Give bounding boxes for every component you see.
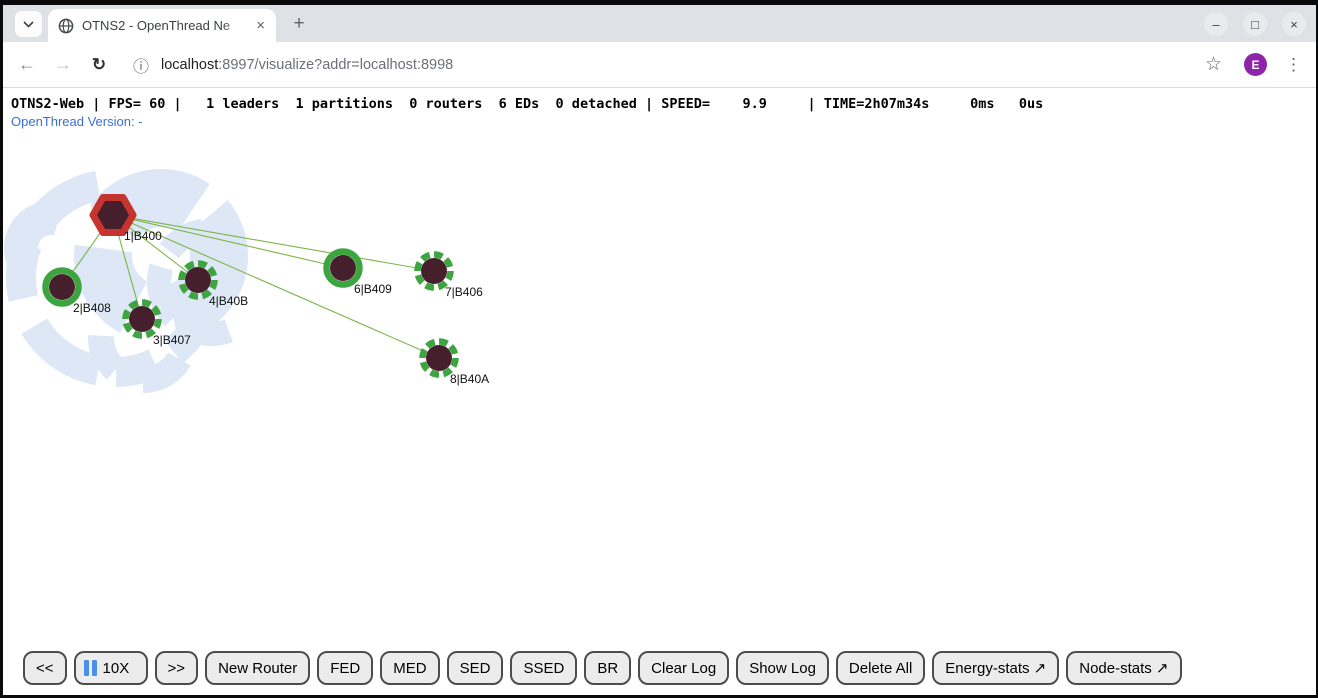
forward-icon[interactable]: →	[51, 54, 75, 75]
page-content: OTNS2-Web | FPS= 60 | 1 leaders 1 partit…	[3, 88, 1316, 695]
back-icon[interactable]: ←	[15, 54, 39, 75]
window-controls: – □ ×	[1204, 12, 1306, 36]
speed-down-button[interactable]: <<	[23, 651, 67, 685]
node-label-6: 6|B409	[354, 282, 392, 296]
close-icon[interactable]: ×	[1282, 12, 1306, 36]
node-body	[330, 255, 356, 281]
new-fed-button[interactable]: FED	[317, 651, 373, 685]
new-ssed-button[interactable]: SSED	[510, 651, 577, 685]
node-label-3: 3|B407	[153, 333, 191, 347]
button-label: Clear Log	[651, 660, 716, 677]
button-label: FED	[330, 660, 360, 677]
node-label-2: 2|B408	[73, 301, 111, 315]
node-body	[421, 258, 447, 284]
openthread-version-link[interactable]: OpenThread Version: -	[11, 114, 143, 129]
button-label: BR	[597, 660, 618, 677]
button-label: Energy-stats ↗	[945, 659, 1046, 677]
new-tab-button[interactable]: +	[286, 11, 312, 37]
button-label: SSED	[523, 660, 564, 677]
node-body	[129, 306, 155, 332]
new-router-button[interactable]: New Router	[205, 651, 310, 685]
node-label-4: 4|B40B	[209, 294, 248, 308]
new-sed-button[interactable]: SED	[447, 651, 504, 685]
new-med-button[interactable]: MED	[380, 651, 439, 685]
button-label: >>	[168, 660, 186, 677]
tab-search-button[interactable]	[15, 11, 42, 37]
maximize-icon[interactable]: □	[1243, 12, 1267, 36]
node-stats-button[interactable]: Node-stats ↗	[1066, 651, 1181, 685]
url-host: localhost	[161, 57, 218, 73]
speed-button[interactable]: 10X	[74, 651, 148, 685]
new-br-button[interactable]: BR	[584, 651, 631, 685]
node-7[interactable]	[418, 255, 451, 288]
tab-title: OTNS2 - OpenThread Ne	[82, 18, 253, 33]
tab-strip: OTNS2 - OpenThread Ne × + – □ ×	[3, 5, 1316, 42]
site-info-icon[interactable]: ⓘ	[133, 53, 149, 77]
pause-icon	[84, 660, 97, 676]
simulation-status-line: OTNS2-Web | FPS= 60 | 1 leaders 1 partit…	[11, 96, 1043, 112]
node-1-leader[interactable]	[93, 198, 133, 233]
reload-icon[interactable]: ↻	[87, 55, 111, 75]
node-2[interactable]	[46, 271, 79, 304]
button-label: Delete All	[849, 660, 912, 677]
show-log-button[interactable]: Show Log	[736, 651, 829, 685]
tab-close-icon[interactable]: ×	[253, 17, 268, 34]
globe-icon	[58, 18, 74, 34]
node-8[interactable]	[423, 342, 456, 375]
simulation-toolbar: << 10X >> New Router FED MED SED SSED BR Clear Lo…	[23, 651, 1182, 685]
button-label: Show Log	[749, 660, 816, 677]
minimize-icon[interactable]: –	[1204, 12, 1228, 36]
url-path: :8997/visualize?addr=localhost:8998	[218, 57, 453, 73]
button-label: <<	[36, 660, 54, 677]
node-body	[426, 345, 452, 371]
button-label: 10X	[103, 660, 130, 677]
button-label: SED	[460, 660, 491, 677]
clear-log-button[interactable]: Clear Log	[638, 651, 729, 685]
address-bar[interactable]: localhost:8997/visualize?addr=localhost:…	[161, 57, 453, 73]
speed-up-button[interactable]: >>	[155, 651, 199, 685]
node-label-8: 8|B40A	[450, 372, 489, 386]
node-body	[49, 274, 75, 300]
delete-all-button[interactable]: Delete All	[836, 651, 925, 685]
node-6[interactable]	[327, 252, 360, 285]
button-label: New Router	[218, 660, 297, 677]
chevron-down-icon	[23, 21, 34, 28]
profile-avatar[interactable]: E	[1244, 53, 1267, 76]
browser-toolbar: ← → ↻ ⓘ localhost:8997/visualize?addr=lo…	[3, 42, 1316, 88]
browser-window: OTNS2 - OpenThread Ne × + – □ × ← → ↻ ⓘ …	[3, 5, 1316, 695]
button-label: MED	[393, 660, 426, 677]
node-label-1: 1|B400	[124, 229, 162, 243]
bookmark-star-icon[interactable]: ☆	[1205, 53, 1222, 76]
leader-hexagon	[93, 198, 133, 233]
node-body	[185, 267, 211, 293]
button-label: Node-stats ↗	[1079, 659, 1168, 677]
node-label-7: 7|B406	[445, 285, 483, 299]
browser-menu-icon[interactable]: ⋮	[1285, 55, 1302, 75]
network-canvas: 1|B400 2|B408 3|B407 4|B40B 6|B409 7|B406 8|B4…	[3, 88, 1316, 694]
tab-otns2[interactable]: OTNS2 - OpenThread Ne ×	[48, 9, 276, 42]
energy-stats-button[interactable]: Energy-stats ↗	[932, 651, 1059, 685]
